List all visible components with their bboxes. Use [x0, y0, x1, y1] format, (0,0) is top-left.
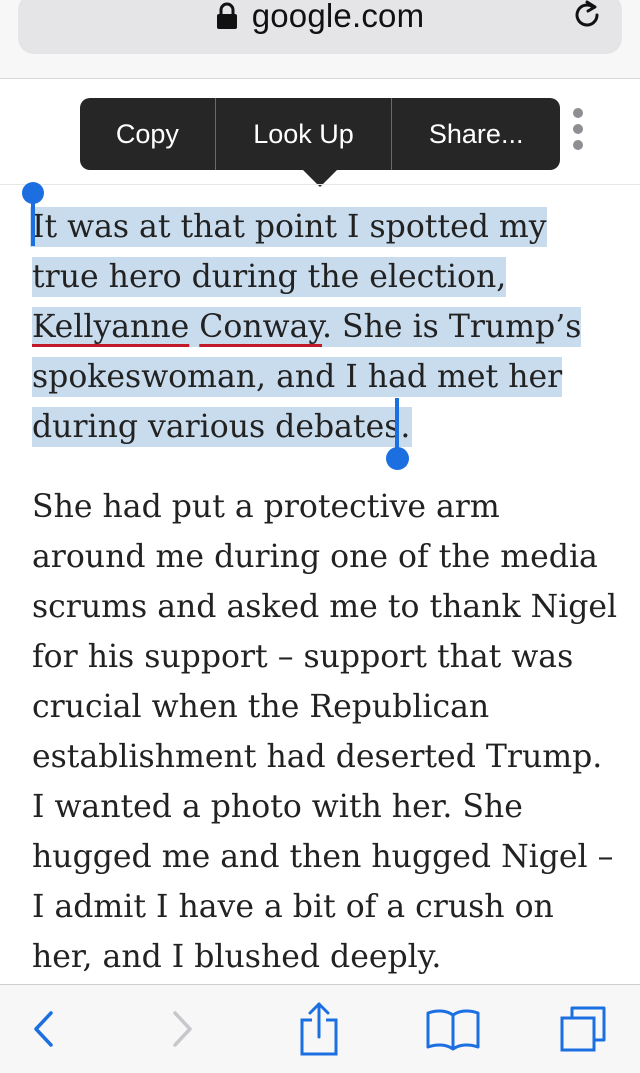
bookmarks-button[interactable] — [418, 985, 488, 1073]
address-bar: google.com — [0, 0, 640, 79]
url-field[interactable]: google.com — [18, 0, 622, 54]
misspelled-word[interactable]: Conway — [199, 309, 322, 345]
url-text: google.com — [251, 0, 425, 34]
more-dot — [573, 124, 583, 134]
article-paragraph-1[interactable]: It was at that point I spotted my true h… — [32, 202, 622, 452]
tabs-button[interactable] — [548, 985, 618, 1073]
tabs-icon — [560, 1006, 606, 1052]
edit-menu: Copy Look Up Share... — [80, 98, 560, 170]
selection-end-handle[interactable] — [386, 447, 409, 470]
url-display: google.com — [18, 0, 622, 38]
lock-icon — [216, 2, 237, 29]
selected-text[interactable]: It was at that point I spotted my true h… — [32, 209, 582, 445]
selection-start-caret — [31, 198, 35, 246]
forward-button[interactable] — [148, 985, 218, 1073]
back-icon — [34, 1011, 53, 1047]
look-up-button[interactable]: Look Up — [214, 98, 392, 170]
misspelled-word[interactable]: Kellyanne — [32, 309, 189, 345]
bottom-toolbar — [0, 984, 640, 1073]
copy-button[interactable]: Copy — [80, 98, 215, 170]
word-space — [189, 309, 199, 345]
selection-end-caret — [395, 398, 399, 448]
back-button[interactable] — [8, 985, 78, 1073]
more-dot — [573, 108, 583, 118]
article-body: It was at that point I spotted my true h… — [32, 202, 622, 1012]
more-dot — [573, 140, 583, 150]
divider — [0, 184, 640, 185]
share-button[interactable] — [284, 985, 354, 1073]
more-icon[interactable] — [569, 108, 587, 150]
forward-icon — [173, 1011, 192, 1047]
share-icon — [300, 1002, 338, 1056]
share-menu-button[interactable]: Share... — [391, 98, 560, 170]
article-paragraph-2[interactable]: She had put a protective arm around me d… — [32, 482, 622, 982]
selected-text-start: It was at that point I spotted my true h… — [32, 209, 547, 295]
reload-icon[interactable] — [570, 0, 604, 32]
bookmarks-icon — [426, 1009, 480, 1051]
